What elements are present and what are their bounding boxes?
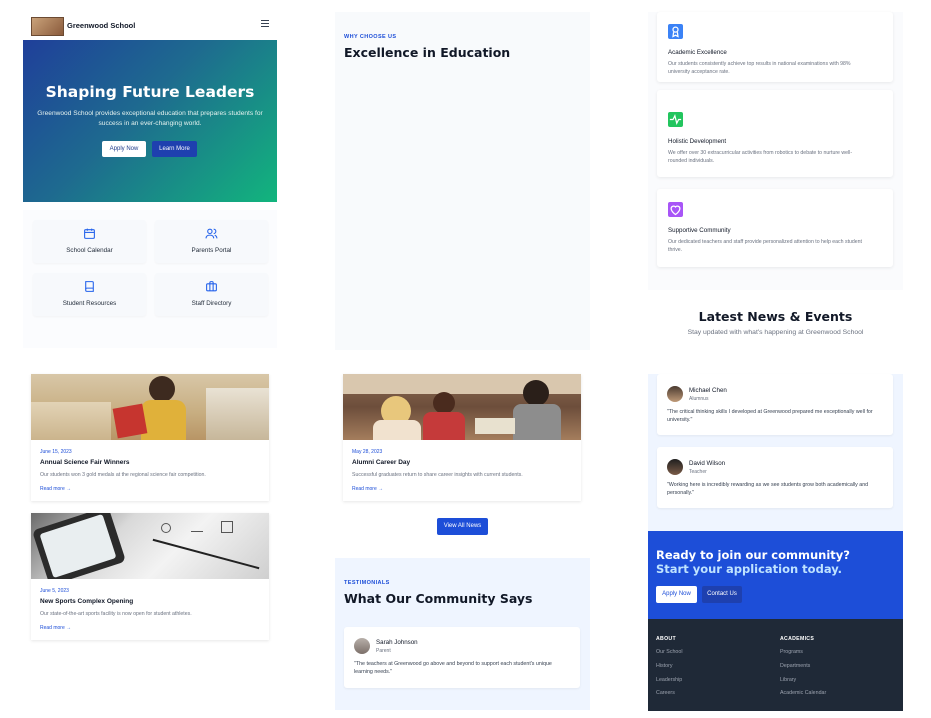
news-date: May 28, 2023 [352, 449, 383, 455]
testimonial-quote: "The critical thinking skills I develope… [667, 409, 873, 423]
quicklink-label: School Calendar [66, 247, 113, 254]
footer-link[interactable]: Library [780, 677, 796, 683]
news-description: Our students won 3 gold medals at the re… [40, 472, 206, 478]
site-footer: ABOUT Our School History Leadership Care… [648, 619, 903, 711]
feature-card: Holistic Development We offer over 30 ex… [657, 90, 893, 177]
view-all-news-button[interactable]: View All News [437, 518, 488, 535]
testimonial-card: Sarah Johnson Parent "The teachers at Gr… [344, 627, 580, 688]
feature-title: Holistic Development [668, 138, 727, 145]
news-card[interactable]: June 15, 2023 Annual Science Fair Winner… [31, 374, 269, 501]
feature-description: Our dedicated teachers and staff provide… [668, 239, 862, 253]
news-section-title: Latest News & Events [698, 309, 853, 324]
footer-link[interactable]: Careers [656, 690, 675, 696]
footer-link[interactable]: Programs [780, 649, 803, 655]
news-date: June 15, 2023 [40, 449, 72, 455]
hamburger-menu-icon[interactable] [261, 20, 269, 27]
avatar [667, 459, 683, 475]
avatar [354, 638, 370, 654]
cta-heading: Ready to join our community? [656, 548, 850, 562]
school-name[interactable]: Greenwood School [67, 21, 135, 30]
feature-title: Academic Excellence [668, 49, 727, 56]
feature-card: Supportive Community Our dedicated teach… [657, 189, 893, 267]
hero-banner: Shaping Future Leaders Greenwood School … [23, 40, 277, 202]
news-image [343, 374, 581, 440]
heart-icon [668, 202, 683, 217]
calendar-icon [84, 228, 95, 239]
testimonials-eyebrow: TESTIMONIALS [344, 580, 390, 586]
news-image [31, 374, 269, 440]
news-description: Successful graduates return to share car… [352, 472, 523, 478]
cta-apply-button[interactable]: Apply Now [656, 586, 697, 603]
testimonial-quote: "Working here is incredibly rewarding as… [667, 482, 869, 496]
testimonial-card: David Wilson Teacher "Working here is in… [657, 447, 893, 508]
testimonials-section: TESTIMONIALS What Our Community Says Sar… [335, 558, 590, 710]
news-description: Our state-of-the-art sports facility is … [40, 611, 192, 617]
news-title[interactable]: New Sports Complex Opening [40, 598, 133, 605]
testimonial-role: Alumnus [689, 396, 709, 402]
footer-link[interactable]: History [656, 663, 672, 669]
panel-why-choose-us: WHY CHOOSE US Excellence in Education [335, 12, 590, 350]
feature-title: Supportive Community [668, 227, 731, 234]
learn-more-button[interactable]: Learn More [152, 141, 197, 157]
panel-features: Academic Excellence Our students consist… [648, 12, 903, 290]
panel-testimonials-right: Michael Chen Alumnus "The critical think… [648, 374, 903, 531]
footer-link[interactable]: Leadership [656, 677, 682, 683]
testimonials-title: What Our Community Says [344, 591, 533, 606]
read-more-link[interactable]: Read more → [352, 486, 383, 492]
cta-subheading: Start your application today. [656, 562, 843, 576]
avatar [667, 386, 683, 402]
quicklink-parents-portal[interactable]: Parents Portal [155, 220, 268, 263]
apply-now-button[interactable]: Apply Now [102, 141, 146, 157]
users-icon [205, 228, 218, 239]
testimonial-name: Sarah Johnson [376, 639, 418, 646]
cta-section: Ready to join our community? Start your … [648, 531, 903, 619]
quicklink-student-resources[interactable]: Student Resources [33, 273, 146, 316]
panel-home-top: Greenwood School Shaping Future Leaders … [23, 10, 277, 350]
news-card[interactable]: June 5, 2023 New Sports Complex Opening … [31, 513, 269, 640]
news-title[interactable]: Alumni Career Day [352, 459, 410, 466]
quicklink-label: Parents Portal [191, 247, 232, 254]
news-date: June 5, 2023 [40, 588, 69, 594]
quicklink-school-calendar[interactable]: School Calendar [33, 220, 146, 263]
testimonial-role: Parent [376, 648, 391, 654]
news-section-subtitle: Stay updated with what's happening at Gr… [687, 329, 864, 336]
footer-link[interactable]: Departments [780, 663, 810, 669]
footer-link[interactable]: Academic Calendar [780, 690, 826, 696]
news-card[interactable]: May 28, 2023 Alumni Career Day Successfu… [343, 374, 581, 501]
book-icon [85, 281, 94, 292]
testimonial-card: Michael Chen Alumnus "The critical think… [657, 374, 893, 435]
why-eyebrow: WHY CHOOSE US [344, 34, 397, 40]
quicklink-label: Staff Directory [191, 300, 232, 307]
testimonial-name: Michael Chen [689, 387, 727, 394]
hero-title: Shaping Future Leaders [45, 83, 255, 101]
footer-link[interactable]: Our School [656, 649, 683, 655]
hero-subtitle: Greenwood School provides exceptional ed… [37, 110, 263, 127]
footer-about-heading: ABOUT [656, 636, 676, 642]
read-more-link[interactable]: Read more → [40, 625, 71, 631]
read-more-link[interactable]: Read more → [40, 486, 71, 492]
testimonial-quote: "The teachers at Greenwood go above and … [354, 661, 552, 675]
testimonial-role: Teacher [689, 469, 707, 475]
news-image [31, 513, 269, 579]
feature-description: We offer over 30 extracurricular activit… [668, 150, 853, 164]
award-icon [668, 24, 683, 39]
footer-academics-heading: ACADEMICS [780, 636, 815, 642]
feature-card: Academic Excellence Our students consist… [657, 12, 893, 82]
quicklink-label: Student Resources [62, 300, 117, 307]
activity-icon [668, 112, 683, 127]
why-title: Excellence in Education [344, 45, 511, 60]
quicklinks-section: School Calendar Parents Portal Student R… [23, 210, 277, 348]
briefcase-icon [206, 281, 217, 292]
cta-contact-button[interactable]: Contact Us [702, 586, 742, 603]
quicklink-staff-directory[interactable]: Staff Directory [155, 273, 268, 316]
news-title[interactable]: Annual Science Fair Winners [40, 459, 130, 466]
school-logo[interactable] [31, 17, 64, 36]
feature-description: Our students consistently achieve top re… [668, 61, 851, 75]
testimonial-name: David Wilson [689, 460, 726, 467]
